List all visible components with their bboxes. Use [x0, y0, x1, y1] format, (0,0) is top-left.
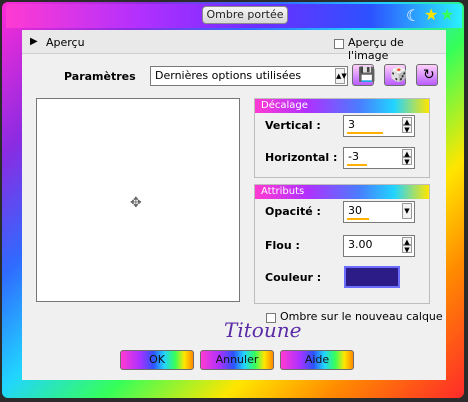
spin-down-icon[interactable]: ▼ — [402, 125, 412, 134]
vertical-label: Vertical : — [265, 119, 321, 132]
watermark-signature: Titoune — [224, 318, 302, 342]
blur-spinner[interactable]: ▲ ▼ — [402, 237, 412, 254]
save-icon: 💾 — [358, 67, 376, 83]
blur-input[interactable]: 3.00 ▲ ▼ — [343, 235, 415, 257]
spin-down-icon[interactable]: ▼ — [402, 245, 412, 254]
random-preset-button[interactable]: 🎲 — [384, 64, 408, 86]
parameters-label: Paramètres — [64, 70, 136, 83]
horizontal-spinner[interactable]: ▲ ▼ — [402, 149, 412, 166]
horizontal-input[interactable]: -3 ▲ ▼ — [343, 147, 415, 169]
horizontal-value: -3 — [348, 150, 359, 163]
triangle-right-icon: ▶ — [30, 36, 38, 47]
dropdown-arrow-icon[interactable]: ▼ — [402, 203, 412, 219]
blur-value: 3.00 — [348, 238, 373, 251]
preview-label: Aperçu — [46, 36, 85, 49]
opacity-value: 30 — [348, 204, 362, 217]
spin-down-icon[interactable]: ▼ — [402, 157, 412, 166]
preset-value: Dernières options utilisées — [155, 69, 302, 82]
save-preset-button[interactable]: 💾 — [352, 64, 376, 86]
blur-label: Flou : — [265, 239, 300, 252]
offset-header: Décalage — [255, 99, 429, 113]
opacity-label: Opacité : — [265, 205, 321, 218]
preview-canvas[interactable]: ✥ — [36, 98, 240, 302]
image-preview-label: Aperçu de l'image — [348, 36, 404, 62]
image-preview-toggle[interactable]: Aperçu de l'image — [334, 36, 446, 62]
star-icon: ★ — [424, 5, 439, 24]
image-preview-checkbox[interactable] — [334, 39, 344, 49]
star-icon: ★ — [440, 5, 455, 24]
spin-up-icon[interactable]: ▲ — [402, 237, 412, 246]
cancel-button[interactable]: Annuler — [200, 350, 274, 370]
dialog-title: Ombre portée — [202, 6, 288, 24]
color-swatch[interactable] — [344, 266, 400, 288]
dice-icon: 🎲 — [390, 67, 408, 83]
moon-icon: ☾ — [406, 6, 421, 25]
dropdown-arrow-icon[interactable]: ▲▼ — [335, 68, 347, 84]
vertical-input[interactable]: 3 ▲ ▼ — [343, 115, 415, 137]
color-label: Couleur : — [265, 271, 322, 284]
help-button[interactable]: Aide — [280, 350, 354, 370]
spin-up-icon[interactable]: ▲ — [402, 149, 412, 158]
vertical-value: 3 — [348, 118, 355, 131]
horizontal-slider[interactable] — [347, 164, 367, 166]
title-icons: ☾ ★ ★ — [406, 5, 462, 25]
attributes-group: Attributs Opacité : 30 ▼ Flou : 3.00 ▲ ▼… — [254, 184, 430, 304]
pan-cursor-icon: ✥ — [130, 195, 142, 211]
preview-toggle[interactable]: ▶ Aperçu — [30, 36, 150, 52]
opacity-input[interactable]: 30 ▼ — [343, 201, 415, 223]
offset-group: Décalage Vertical : 3 ▲ ▼ Horizontal : -… — [254, 98, 430, 178]
spin-up-icon[interactable]: ▲ — [402, 117, 412, 126]
vertical-slider[interactable] — [347, 132, 383, 134]
horizontal-label: Horizontal : — [265, 151, 338, 164]
preset-dropdown[interactable]: Dernières options utilisées ▲▼ — [150, 66, 348, 86]
vertical-spinner[interactable]: ▲ ▼ — [402, 117, 412, 134]
ok-button[interactable]: OK — [120, 350, 194, 370]
opacity-slider[interactable] — [347, 218, 369, 220]
refresh-icon: ↻ — [423, 67, 435, 83]
attributes-header: Attributs — [255, 185, 429, 199]
reset-preset-button[interactable]: ↻ — [416, 64, 438, 86]
